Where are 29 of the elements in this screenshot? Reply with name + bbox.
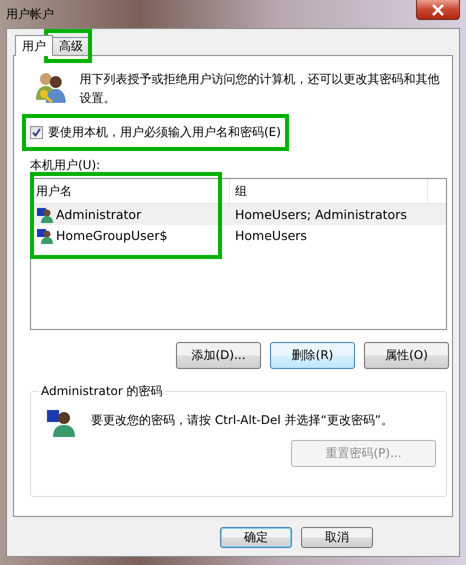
password-hint: 要更改您的密码，请按 Ctrl-Alt-Del 并选择“更改密码”。 <box>91 412 394 429</box>
close-icon <box>431 4 445 16</box>
description-text: 用下列表授予或拒绝用户访问您的计算机，还可以更改其密码和其他设置。 <box>80 71 441 107</box>
button[interactable]: 添加(D)... <box>176 342 261 369</box>
highlight-box <box>44 29 92 63</box>
button[interactable]: 属性(O) <box>364 342 449 369</box>
users-key-icon <box>34 70 68 104</box>
table-cell: HomeGroupUser$ <box>56 228 168 243</box>
button[interactable]: 取消 <box>301 527 373 548</box>
user-monitor-icon <box>45 408 77 438</box>
table-cell-text: HomeUsers; Administrators <box>234 206 408 224</box>
column-header[interactable]: 用户名 <box>31 179 230 203</box>
close-button[interactable] <box>416 0 460 20</box>
list-label: 本机用户(U): <box>30 157 102 174</box>
table-cell-text: HomeUsers <box>234 227 308 245</box>
tab[interactable]: 用户 <box>15 35 53 56</box>
table-cell: Administrator <box>56 207 142 222</box>
checkbox-label: 要使用本机，用户必须输入用户名和密码(E) <box>48 124 281 141</box>
checkbox[interactable] <box>30 126 43 139</box>
table-row[interactable]: HomeGroupUser$ HomeUsers <box>31 225 446 246</box>
tab[interactable]: 高级 <box>52 37 90 55</box>
button[interactable]: 删除(R) <box>270 342 355 369</box>
user-monitor-icon <box>36 206 54 222</box>
button[interactable]: 确定 <box>220 527 292 548</box>
table-row[interactable]: Administrator HomeUsers; Administrators <box>31 204 446 225</box>
column-header[interactable]: 组 <box>230 179 428 203</box>
group-title: Administrator 的密码 <box>40 383 164 400</box>
user-monitor-icon <box>36 228 54 244</box>
window-title: 用户帐户 <box>6 6 54 23</box>
